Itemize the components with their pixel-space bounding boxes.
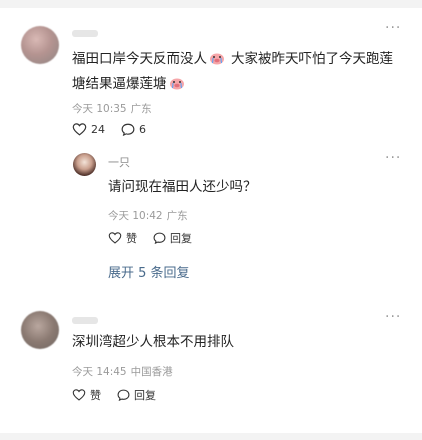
crying-pig-emoji-icon — [169, 78, 184, 90]
like-label: 赞 — [90, 389, 101, 402]
more-menu-icon[interactable]: ··· — [385, 309, 401, 325]
location: 中国香港 — [130, 366, 173, 378]
location: 广东 — [166, 210, 188, 222]
like-button[interactable]: 赞 — [72, 387, 101, 403]
username[interactable]: 一只 — [108, 154, 130, 170]
comment-text-part: 福田口岸今天反而没人 — [72, 51, 207, 67]
reply-actions: 赞 回复 — [108, 230, 208, 246]
reply-label: 回复 — [170, 232, 192, 245]
comment-text: 深圳湾超少人根本不用排队 — [72, 334, 234, 350]
top-divider — [0, 0, 422, 8]
comment-actions: 24 6 — [72, 123, 162, 136]
reply-count: 6 — [139, 123, 146, 136]
comment-bubble-icon — [121, 123, 135, 136]
heart-icon — [72, 123, 87, 136]
comment-meta: 今天 10:35 广东 — [72, 101, 156, 116]
crying-pig-emoji-icon — [210, 53, 224, 65]
more-menu-icon[interactable]: ··· — [385, 20, 401, 36]
username-blurred[interactable] — [72, 317, 98, 324]
expand-replies-link[interactable]: 展开 5 条回复 — [108, 262, 190, 281]
like-label: 赞 — [126, 232, 137, 245]
like-count: 24 — [91, 123, 105, 136]
location: 广东 — [130, 103, 152, 115]
comment-text-part: 大家被昨天吓怕了今天跑莲 — [231, 51, 393, 67]
reply-text: 请问现在福田人还少吗？ — [108, 179, 257, 195]
comment-bubble-icon — [117, 389, 130, 401]
heart-icon — [72, 389, 86, 401]
reply-label: 回复 — [134, 389, 156, 402]
timestamp: 今天 14:45 — [72, 366, 127, 378]
reply-button[interactable]: 回复 — [117, 387, 156, 403]
avatar[interactable] — [73, 153, 96, 176]
comment-text-part: 塘结果逼爆莲塘 — [72, 76, 167, 92]
comment-actions: 赞 回复 — [72, 387, 172, 403]
comment-meta: 今天 10:42 广东 — [108, 208, 192, 223]
timestamp: 今天 10:42 — [108, 210, 163, 222]
heart-icon — [108, 232, 122, 244]
username-blurred[interactable] — [72, 30, 98, 37]
comment-bubble-icon — [153, 232, 166, 244]
timestamp: 今天 10:35 — [72, 103, 127, 115]
comment-text: 福田口岸今天反而没人 大家被昨天吓怕了今天跑莲 塘结果逼爆莲塘 — [72, 47, 402, 97]
comment-meta: 今天 14:45 中国香港 — [72, 364, 177, 379]
more-menu-icon[interactable]: ··· — [385, 150, 401, 166]
avatar[interactable] — [21, 26, 59, 64]
reply-button[interactable]: 回复 — [153, 230, 192, 246]
reply-button[interactable]: 6 — [121, 123, 146, 136]
bottom-divider — [0, 433, 422, 440]
like-button[interactable]: 24 — [72, 123, 105, 136]
avatar[interactable] — [21, 311, 59, 349]
like-button[interactable]: 赞 — [108, 230, 137, 246]
